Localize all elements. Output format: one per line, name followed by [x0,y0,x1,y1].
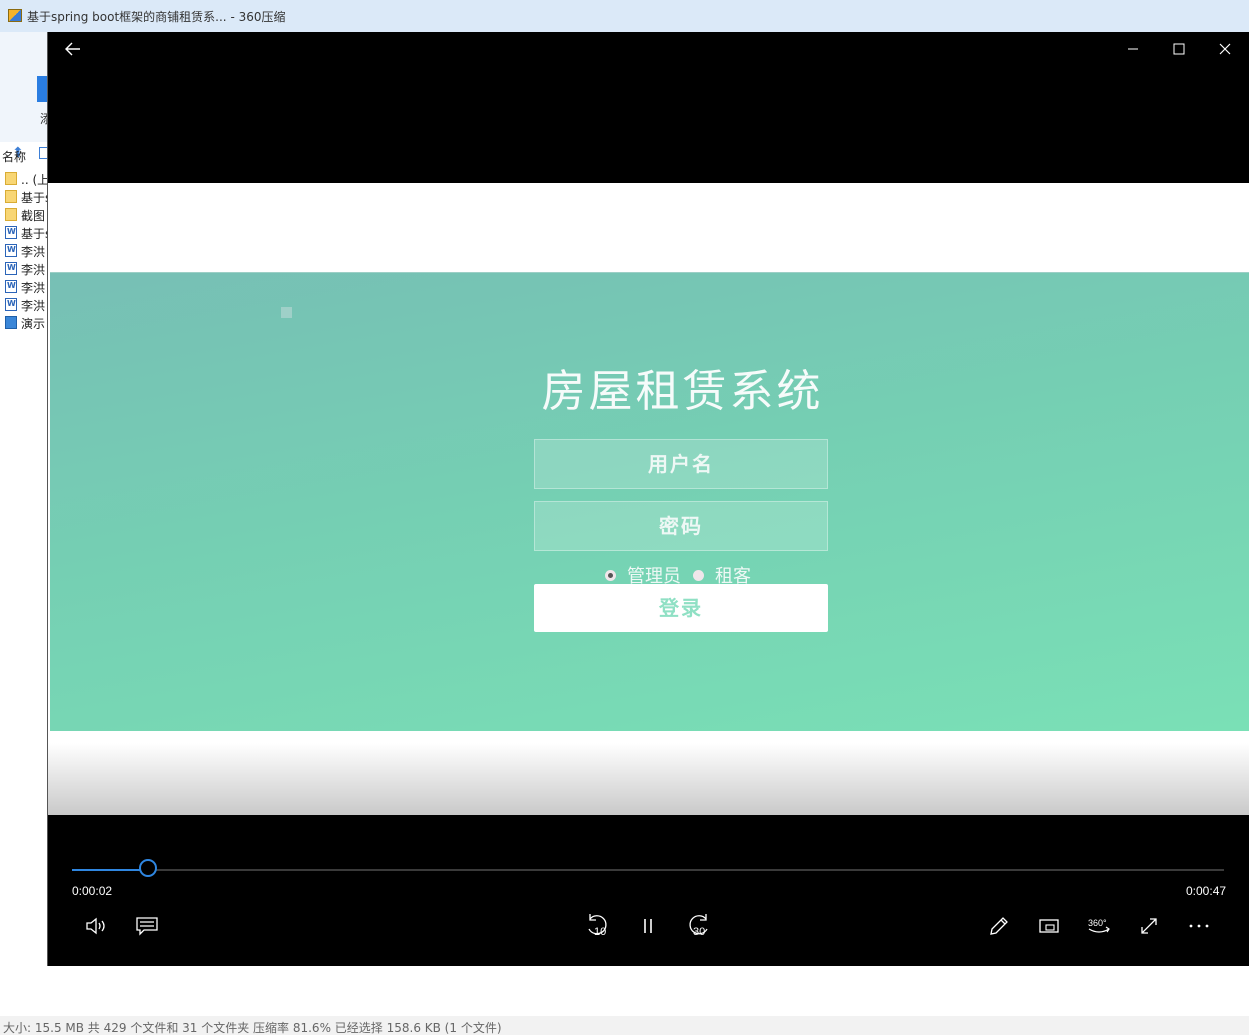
file-row[interactable]: 演示 [0,314,48,332]
background-toolbar: 添 ⬆ [0,32,48,160]
pencil-icon [990,917,1008,935]
folder-icon [5,190,17,203]
minimize-button[interactable] [1118,37,1148,61]
username-field: 用户名 [534,439,828,489]
document-icon [5,226,17,239]
file-name: 演示 [21,317,46,331]
login-button: 登录 [534,584,828,632]
file-row[interactable]: 截图 [0,206,48,224]
forward-30-icon: 30 [689,914,708,938]
volume-icon [86,917,105,935]
folder-icon [5,172,17,185]
forward-button[interactable]: 30 [680,909,716,943]
total-time: 0:00:47 [1186,884,1227,898]
app-icon [8,9,22,22]
seek-bar[interactable] [72,859,1224,877]
login-page-background: 房屋租赁系统 用户名 密码 管理员 租客 登录 [50,272,1249,731]
fullscreen-icon [1141,918,1157,934]
decorative-square [281,307,292,318]
folder-icon [5,208,17,221]
video-player-window: 房屋租赁系统 用户名 密码 管理员 租客 登录 0:00:02 0:00:47 … [47,32,1249,966]
edit-button[interactable] [981,909,1017,943]
file-row[interactable]: 李洪 [0,296,48,314]
seek-handle[interactable] [139,859,158,877]
svg-text:360°: 360° [1088,918,1107,928]
pause-icon [644,919,652,933]
maximize-button[interactable] [1164,37,1194,61]
video-file-icon [5,316,17,329]
background-window-titlebar: 基于spring boot框架的商铺租赁系... - 360压缩 [0,0,1249,32]
volume-button[interactable] [79,909,115,943]
document-icon [5,280,17,293]
subtitles-icon [136,917,158,936]
document-icon [5,298,17,311]
file-row[interactable]: 李洪 [0,242,48,260]
maximize-icon [1173,43,1185,55]
mini-view-icon [1039,919,1059,933]
file-name: 李洪 [21,245,46,259]
vr-360-button[interactable]: 360° [1081,909,1117,943]
rewind-10-icon: 10 [588,914,607,938]
more-icon [1189,924,1209,928]
fullscreen-button[interactable] [1131,909,1167,943]
radio-tenant [693,569,704,581]
file-name: 基于s [21,227,48,241]
file-name: .. (上 [21,173,48,187]
document-icon [5,244,17,257]
subtitles-button[interactable] [129,909,165,943]
file-name: 李洪 [21,299,46,313]
background-window-title: 基于spring boot框架的商铺租赁系... - 360压缩 [27,10,286,24]
pause-button[interactable] [630,909,666,943]
status-text: 大小: 15.5 MB 共 429 个文件和 31 个文件夹 压缩率 81.6%… [3,1021,502,1035]
svg-text:30: 30 [693,926,705,938]
file-row[interactable]: 基于s [0,224,48,242]
current-time: 0:00:02 [72,884,113,898]
svg-text:10: 10 [594,926,606,938]
back-arrow-icon [65,42,80,56]
file-name: 基于s [21,191,48,205]
seek-bar-progress [72,869,149,871]
file-name: 李洪 [21,263,46,277]
rewind-button[interactable]: 10 [580,909,616,943]
file-row[interactable]: 基于s [0,188,48,206]
more-options-button[interactable] [1181,909,1217,943]
frame-bottom-gradient [48,743,1249,815]
file-name: 李洪 [21,281,46,295]
status-bar: 大小: 15.5 MB 共 429 个文件和 31 个文件夹 压缩率 81.6%… [0,1016,1249,1035]
password-field: 密码 [534,501,828,551]
file-row[interactable]: .. (上 [0,170,48,188]
system-title: 房屋租赁系统 [541,366,824,417]
column-header-name[interactable]: 名称 [2,148,26,165]
close-button[interactable] [1210,37,1240,61]
vr-360-icon: 360° [1088,918,1110,933]
back-button[interactable] [58,37,88,61]
file-name: 截图 [21,209,46,223]
close-icon [1219,43,1231,55]
document-icon [5,262,17,275]
file-list: .. (上基于s截图基于s李洪李洪李洪李洪演示 [0,170,48,332]
minimize-icon [1128,48,1138,50]
mini-view-button[interactable] [1031,909,1067,943]
file-row[interactable]: 李洪 [0,278,48,296]
file-row[interactable]: 李洪 [0,260,48,278]
radio-admin [605,569,616,581]
video-frame[interactable]: 房屋租赁系统 用户名 密码 管理员 租客 登录 [48,183,1249,815]
